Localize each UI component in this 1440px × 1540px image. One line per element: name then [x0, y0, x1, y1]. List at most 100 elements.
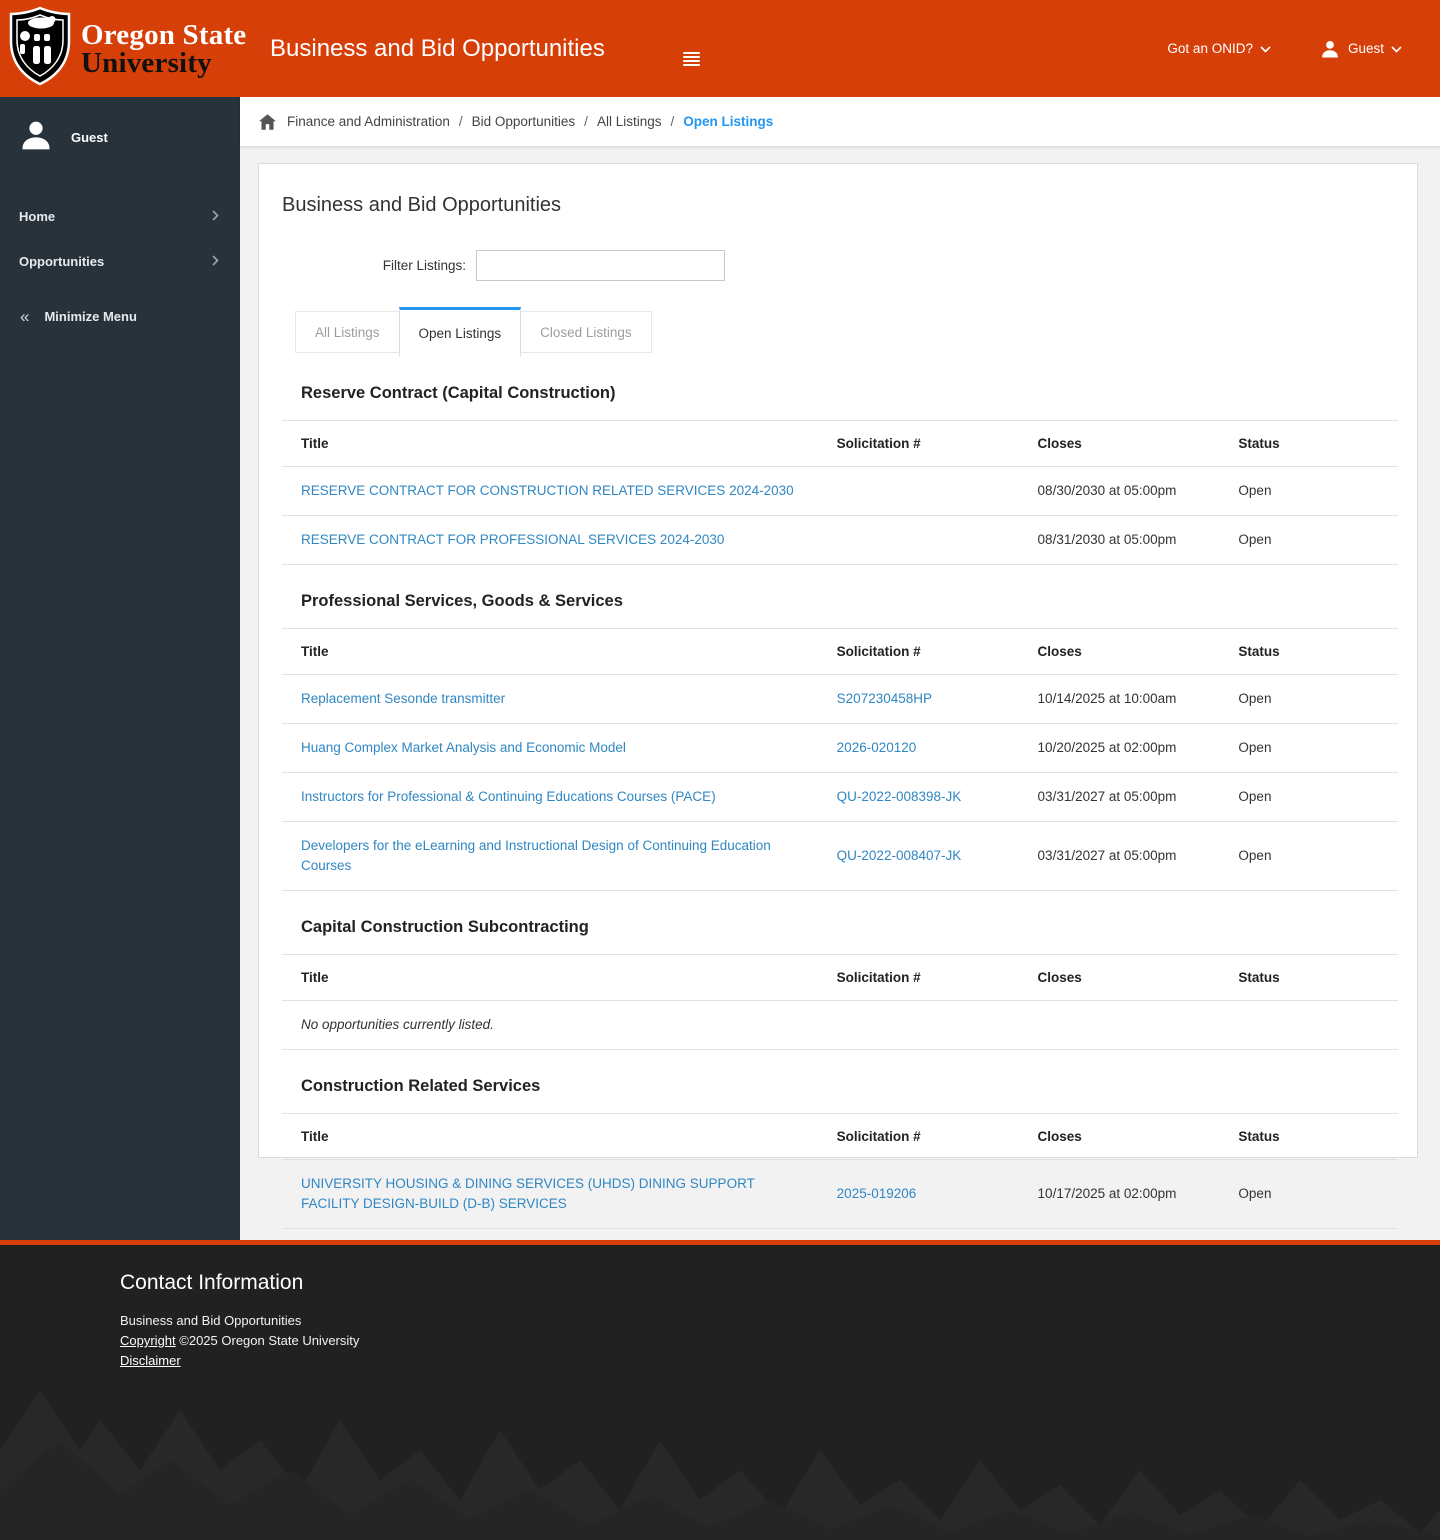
column-header: Status [1219, 1114, 1398, 1160]
column-header: Closes [1018, 955, 1220, 1001]
cell-closes: 08/30/2030 at 05:00pm [1018, 466, 1220, 516]
cell-solicitation: S207230458HP [817, 674, 1019, 724]
footer-lines: Business and Bid Opportunities Copyright… [120, 1311, 1440, 1371]
cell-closes: 08/31/2030 at 05:00pm [1018, 515, 1220, 565]
listing-title-link[interactable]: UNIVERSITY HOUSING & DINING SERVICES (UH… [301, 1176, 755, 1211]
table-row: RESERVE CONTRACT FOR CONSTRUCTION RELATE… [282, 466, 1398, 516]
table-row: Huang Complex Market Analysis and Econom… [282, 723, 1398, 773]
sidebar-item-opportunities[interactable]: Opportunities [0, 239, 240, 284]
top-header: Oregon State University Business and Bid… [0, 0, 1440, 97]
onid-dropdown[interactable]: Got an ONID? [1167, 41, 1271, 56]
column-header: Closes [1018, 1114, 1220, 1160]
listing-title-link[interactable]: Huang Complex Market Analysis and Econom… [301, 740, 626, 755]
breadcrumb-item[interactable]: All Listings [597, 114, 662, 129]
column-header: Closes [1018, 421, 1220, 467]
cell-status: Open [1219, 821, 1398, 891]
listing-title-link[interactable]: Instructors for Professional & Continuin… [301, 789, 716, 804]
home-icon[interactable] [259, 113, 276, 130]
listing-title-link[interactable]: RESERVE CONTRACT FOR CONSTRUCTION RELATE… [301, 483, 794, 498]
breadcrumb: Finance and Administration / Bid Opportuni… [259, 113, 774, 130]
column-header: Solicitation # [817, 955, 1019, 1001]
header-right: Got an ONID? Guest [1167, 0, 1402, 97]
user-menu[interactable]: Guest [1319, 38, 1402, 60]
hamburger-icon[interactable] [683, 52, 700, 68]
tab-open-listings[interactable]: Open Listings [398, 307, 522, 357]
cell-status: Open [1219, 723, 1398, 773]
cell-status: Open [1219, 1159, 1398, 1229]
breadcrumb-item[interactable]: Bid Opportunities [472, 114, 576, 129]
solicitation-link[interactable]: S207230458HP [837, 691, 932, 706]
tab-all-listings[interactable]: All Listings [295, 311, 400, 353]
minimize-menu-button[interactable]: « Minimize Menu [0, 294, 240, 339]
chevron-right-icon [212, 253, 219, 271]
listing-table: Title Solicitation # Closes Status RESERVE C… [282, 421, 1398, 565]
footer-disclaimer-line: Disclaimer [120, 1351, 1440, 1371]
breadcrumb-current: Open Listings [683, 114, 774, 129]
listings-card: Business and Bid Opportunities Filter Li… [258, 163, 1418, 1229]
cell-solicitation: 2026-020120 [817, 723, 1019, 773]
sidebar: Guest Home Opportunities « Minimize Menu [0, 97, 240, 1240]
solicitation-link[interactable]: 2025-019206 [837, 1186, 917, 1201]
page-title: Business and Bid Opportunities [282, 194, 562, 216]
cell-title: Developers for the eLearning and Instruc… [282, 821, 818, 891]
listing-title-link[interactable]: Replacement Sesonde transmitter [301, 691, 505, 706]
cell-solicitation [817, 466, 1019, 516]
solicitation-link[interactable]: 2026-020120 [837, 740, 917, 755]
double-chevron-left-icon: « [20, 307, 30, 326]
logo-line2: University [81, 46, 212, 79]
disclaimer-link[interactable]: Disclaimer [120, 1353, 181, 1368]
footer-copyright-line: Copyright ©2025 Oregon State University [120, 1331, 1440, 1351]
cell-closes: 03/31/2027 at 05:00pm [1018, 821, 1220, 891]
listing-sections: Reserve Contract (Capital Construction) T… [282, 357, 1398, 1229]
chevron-down-icon [1391, 41, 1402, 56]
column-header: Status [1219, 629, 1398, 675]
column-header: Closes [1018, 629, 1220, 675]
sidebar-nav: Home Opportunities [0, 194, 240, 284]
page: Oregon State University Business and Bid… [0, 0, 1440, 1540]
listing-title-link[interactable]: Developers for the eLearning and Instruc… [301, 838, 771, 873]
cell-title: Instructors for Professional & Continuin… [282, 772, 818, 822]
solicitation-link[interactable]: QU-2022-008407-JK [837, 848, 962, 863]
section-heading: Construction Related Services [282, 1050, 1398, 1114]
chevron-right-icon [212, 208, 219, 226]
listing-table: Title Solicitation # Closes Status UNIVERSIT… [282, 1114, 1398, 1229]
cell-closes: 03/31/2027 at 05:00pm [1018, 772, 1220, 822]
user-label: Guest [1347, 41, 1384, 56]
table-row: Developers for the eLearning and Instruc… [282, 821, 1398, 891]
breadcrumb-separator: / [670, 114, 675, 129]
sidebar-item-home[interactable]: Home [0, 194, 240, 239]
solicitation-link[interactable]: QU-2022-008398-JK [837, 789, 962, 804]
sidebar-item-label: Home [19, 209, 56, 224]
cell-title: RESERVE CONTRACT FOR CONSTRUCTION RELATE… [282, 466, 818, 516]
column-header: Status [1219, 421, 1398, 467]
table-header-row: Title Solicitation # Closes Status [282, 955, 1398, 1001]
breadcrumb-item[interactable]: Finance and Administration [287, 114, 450, 129]
cell-solicitation: 2025-019206 [817, 1159, 1019, 1229]
person-icon [1319, 38, 1341, 60]
column-header: Solicitation # [817, 1114, 1019, 1160]
listing-section: Reserve Contract (Capital Construction) T… [282, 357, 1398, 565]
table-header-row: Title Solicitation # Closes Status [282, 629, 1398, 675]
osu-logo[interactable]: Oregon State University [8, 6, 246, 91]
sidebar-user: Guest [0, 97, 240, 166]
table-row: Instructors for Professional & Continuin… [282, 772, 1398, 822]
app-title: Business and Bid Opportunities [270, 34, 605, 62]
cell-closes: 10/20/2025 at 02:00pm [1018, 723, 1220, 773]
copyright-link[interactable]: Copyright [120, 1333, 176, 1348]
cell-title: RESERVE CONTRACT FOR PROFESSIONAL SERVIC… [282, 515, 818, 565]
table-row: RESERVE CONTRACT FOR PROFESSIONAL SERVIC… [282, 515, 1398, 565]
chevron-down-icon [1260, 41, 1271, 56]
person-icon [18, 117, 54, 158]
listing-section: Construction Related Services Title Solici… [282, 1050, 1398, 1229]
sidebar-user-label: Guest [71, 130, 108, 145]
tab-closed-listings[interactable]: Closed Listings [520, 311, 652, 353]
cell-solicitation [817, 515, 1019, 565]
listing-title-link[interactable]: RESERVE CONTRACT FOR PROFESSIONAL SERVIC… [301, 532, 724, 547]
breadcrumb-bar: Finance and Administration / Bid Opportuni… [240, 97, 1440, 146]
cell-closes: 10/14/2025 at 10:00am [1018, 674, 1220, 724]
listing-table: Title Solicitation # Closes Status Replaceme… [282, 629, 1398, 891]
cell-solicitation: QU-2022-008398-JK [817, 772, 1019, 822]
osu-logo-text: Oregon State University [81, 20, 246, 79]
column-header: Title [282, 1114, 818, 1160]
filter-input[interactable] [476, 250, 725, 281]
